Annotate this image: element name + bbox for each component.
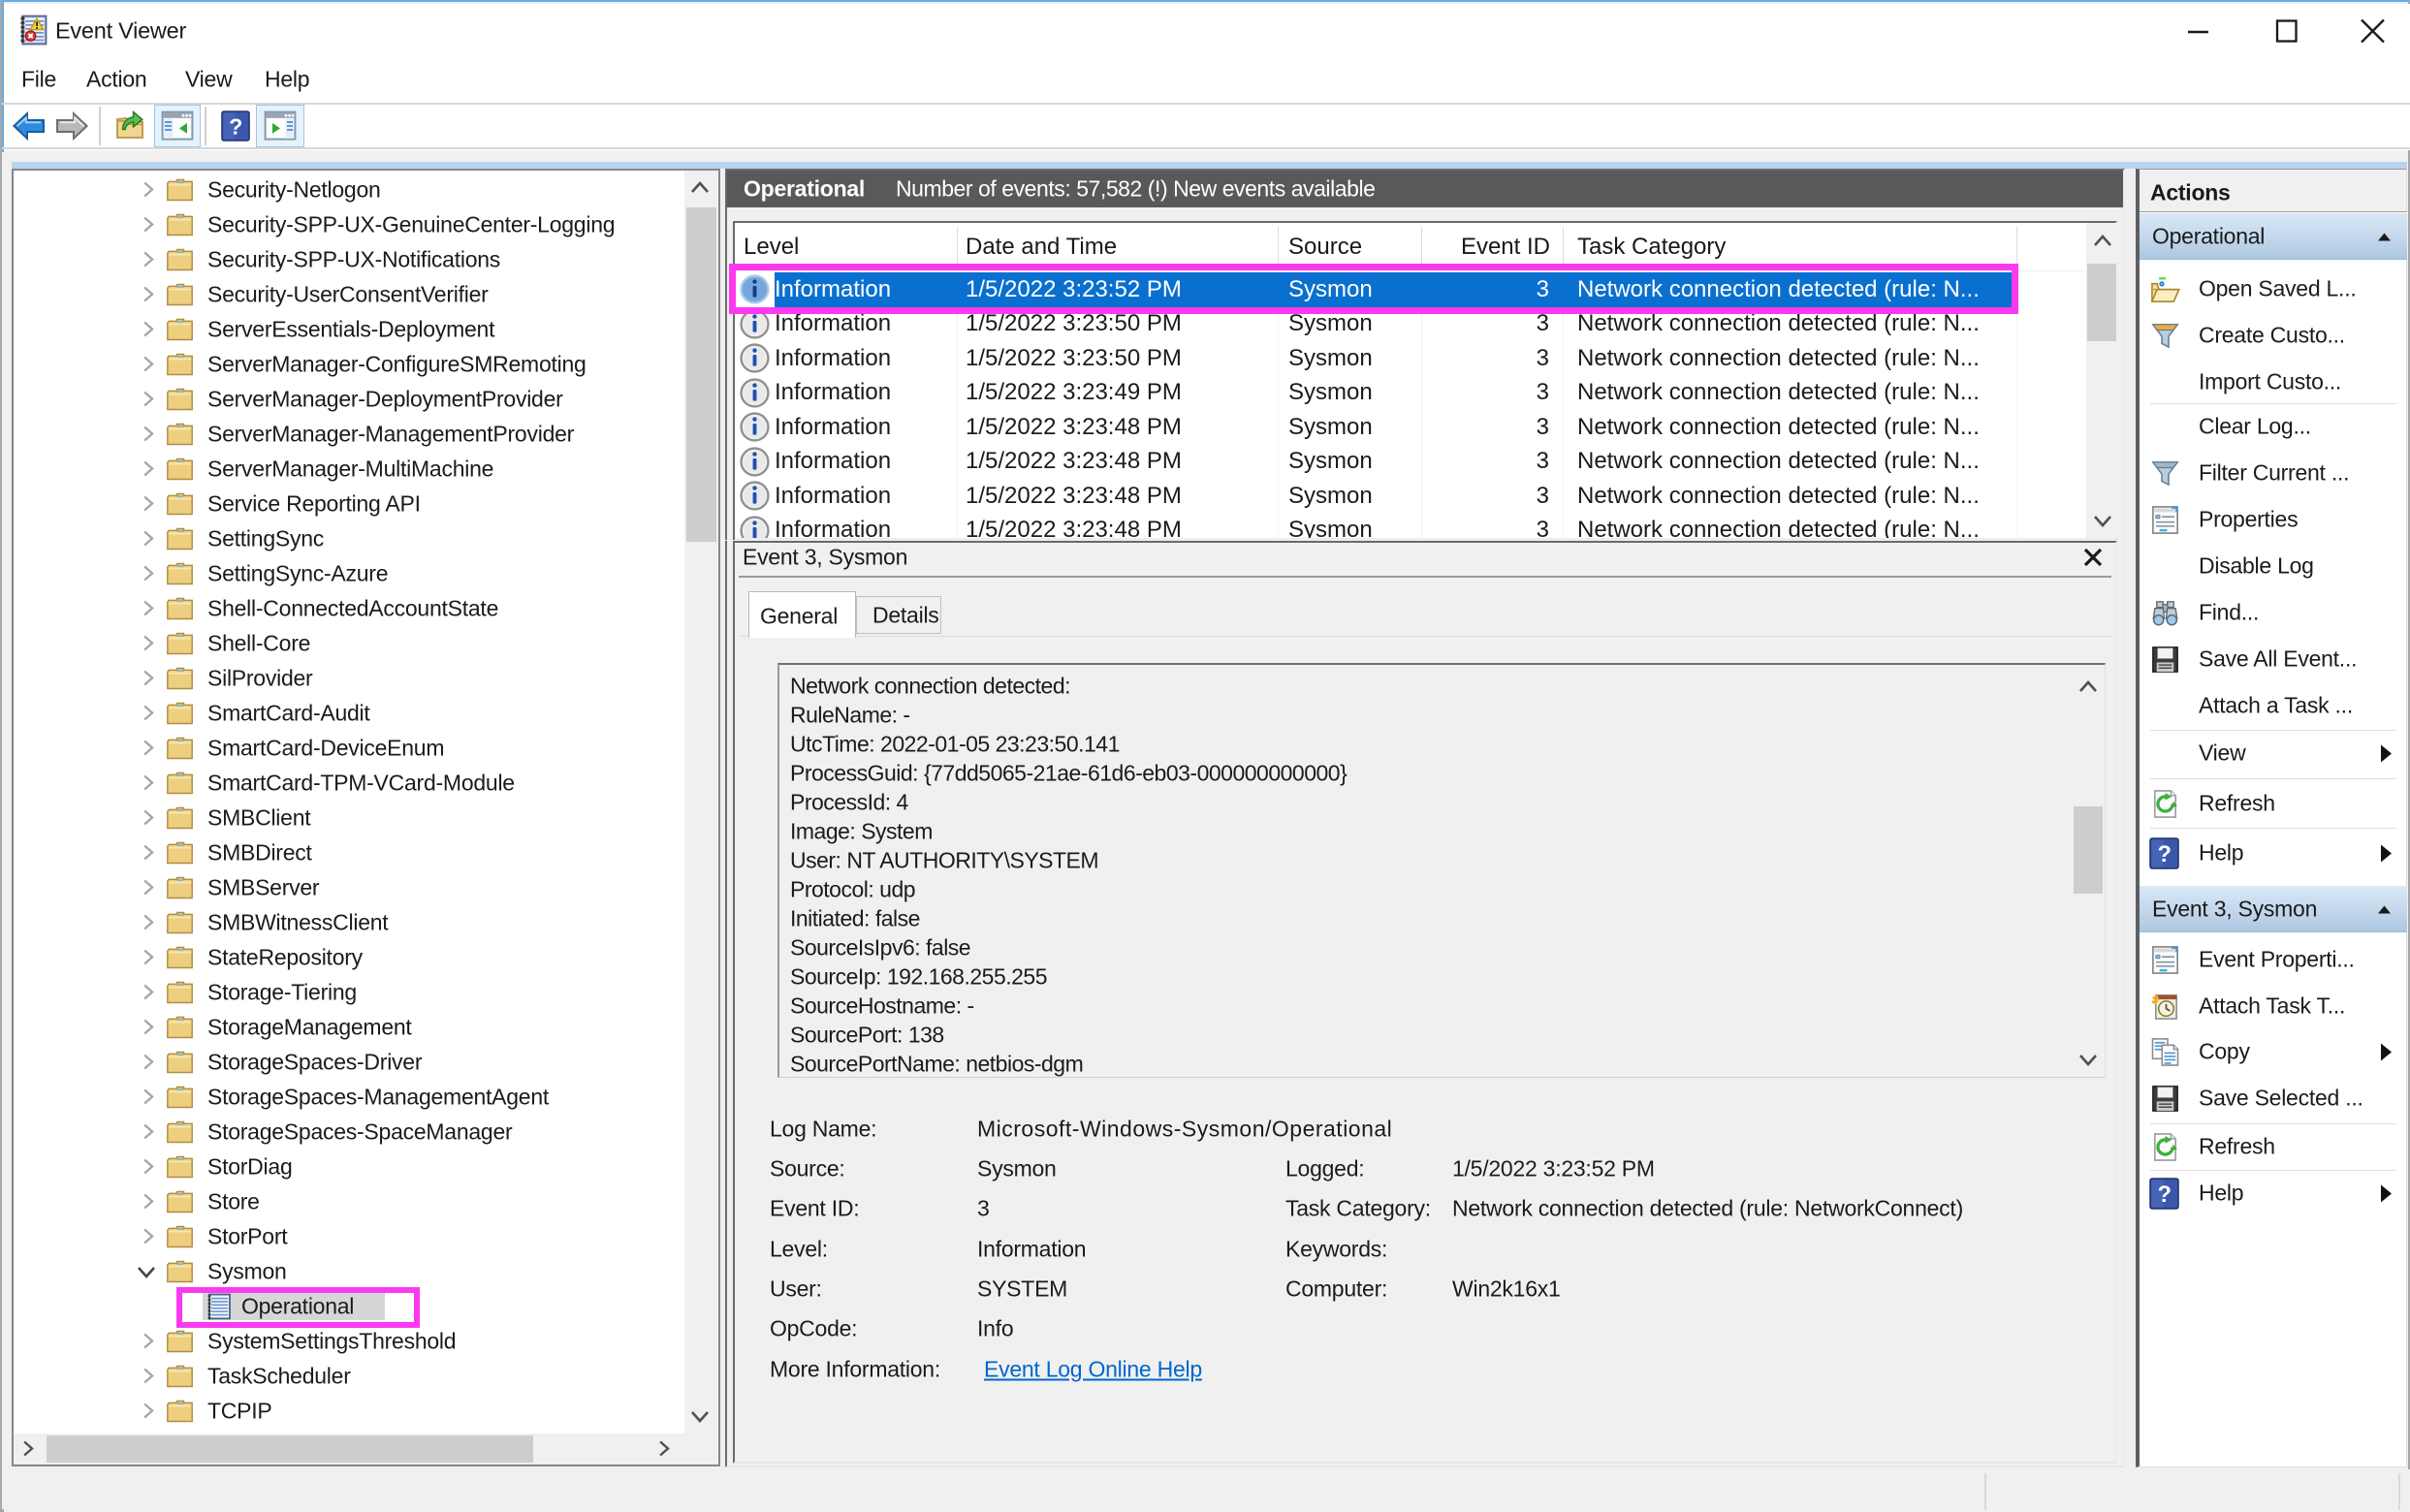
svg-text:?: ? [2158, 842, 2172, 867]
svg-text:?: ? [229, 113, 242, 139]
svg-text:?: ? [2158, 1182, 2172, 1208]
